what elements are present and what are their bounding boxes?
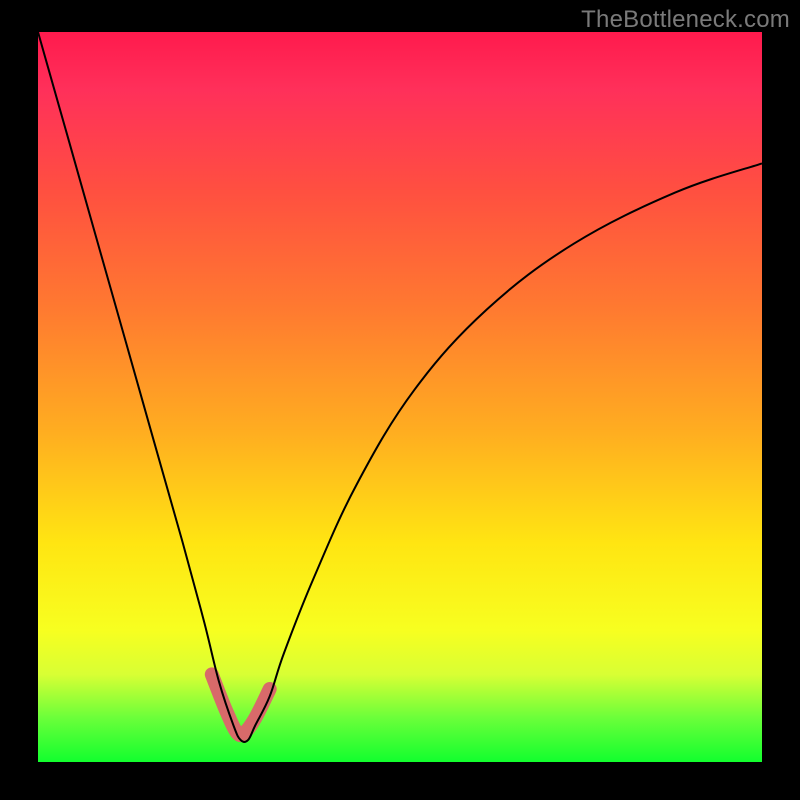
chart-frame: TheBottleneck.com <box>0 0 800 800</box>
bottleneck-curve <box>38 32 762 742</box>
plot-svg <box>38 32 762 762</box>
watermark-text: TheBottleneck.com <box>581 6 790 34</box>
plot-area <box>38 32 762 762</box>
